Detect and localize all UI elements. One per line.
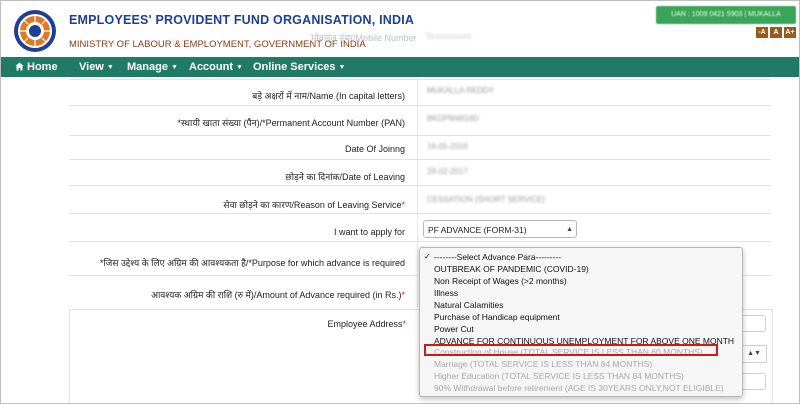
field-label: सेवा छोड़ने का कारण/Reason of Leaving Se… [223, 198, 405, 211]
font-size-controls: -A A A+ [756, 27, 796, 38]
required-asterisk: * [401, 290, 405, 300]
address-label-text: Employee Address [327, 319, 403, 329]
field-label-text: सेवा छोड़ने का कारण/Reason of Leaving Se… [223, 200, 402, 210]
apply-for-select[interactable]: PF ADVANCE (FORM-31) ▲ [423, 220, 577, 238]
nav-account-label: Account [189, 61, 233, 73]
org-title: EMPLOYEES' PROVIDENT FUND ORGANISATION, … [69, 13, 415, 27]
dropdown-option[interactable]: Natural Calamities [434, 300, 503, 310]
nav-view[interactable]: View ▼ [79, 57, 114, 77]
font-normal-button[interactable]: A [770, 27, 782, 38]
field-label: I want to apply for [333, 227, 405, 237]
form-row-name: बड़े अक्षरों में नाम/Name (In capital le… [69, 79, 771, 106]
nav-online-services[interactable]: Online Services ▼ [253, 57, 345, 77]
highlight-annotation-box [424, 344, 718, 356]
field-label: बड़े अक्षरों में नाम/Name (In capital le… [252, 91, 405, 101]
purpose-dropdown-list[interactable]: ✓ --------Select Advance Para--------- O… [419, 247, 743, 397]
font-increase-button[interactable]: A+ [784, 27, 796, 38]
dropdown-option-disabled: Marriage (TOTAL SERVICE IS LESS THAN 84 … [434, 359, 653, 369]
nav-home[interactable]: Home [15, 57, 58, 77]
nav-manage[interactable]: Manage ▼ [127, 57, 178, 77]
field-label: *जिस उद्देश्य के लिए अग्रिम की आवश्यकता … [99, 258, 405, 268]
login-status-badge: UAN : 1009 0421 5903 | MUKALLA [656, 6, 796, 24]
field-value: MUKALLA REDDY [427, 86, 495, 95]
app-window: EMPLOYEES' PROVIDENT FUND ORGANISATION, … [0, 0, 800, 404]
field-value: 28-02-2017 [427, 167, 468, 176]
nav-account[interactable]: Account ▼ [189, 57, 243, 77]
caret-down-icon: ▼ [236, 64, 243, 71]
epfo-logo-icon [14, 10, 56, 52]
required-asterisk: * [401, 200, 405, 210]
field-value: CESSATION (SHORT SERVICE) [427, 195, 546, 204]
checkmark-icon: ✓ [424, 252, 431, 261]
field-value: BKDPM4816D [427, 114, 480, 123]
nav-home-label: Home [27, 61, 58, 73]
nav-online-services-label: Online Services [253, 61, 336, 73]
field-label: छोड़ने का दिनांक/Date of Leaving [285, 172, 405, 182]
caret-down-icon: ▼ [106, 64, 114, 71]
caret-down-icon: ▼ [170, 64, 178, 71]
dropdown-option-disabled: 90% Withdrawal before retirement (AGE IS… [434, 383, 724, 393]
font-decrease-button[interactable]: -A [756, 27, 768, 38]
address-line-input[interactable] [741, 315, 766, 332]
dropdown-option[interactable]: --------Select Advance Para--------- [434, 252, 561, 262]
form-row-dol: छोड़ने का दिनांक/Date of Leaving 28-02-2… [69, 159, 771, 186]
main-navbar: Home View ▼ Manage ▼ Account ▼ Online Servi… [1, 57, 799, 77]
required-asterisk: * [402, 319, 406, 329]
apply-for-selected-value: PF ADVANCE (FORM-31) [428, 225, 527, 235]
field-value: 16-05-2016 [427, 142, 468, 151]
caret-down-icon: ▼ [338, 64, 346, 71]
site-header: EMPLOYEES' PROVIDENT FUND ORGANISATION, … [1, 1, 799, 57]
form-row-doj: Date Of Joinng 16-05-2016 [69, 135, 771, 160]
select-arrows-icon: ▲ [566, 226, 573, 233]
form-row-pan: *स्थायी खाता संख्या (पैन)/*Permanent Acc… [69, 105, 771, 136]
dropdown-option[interactable]: OUTBREAK OF PANDEMIC (COVID-19) [434, 264, 589, 274]
form-row-apply-for: I want to apply for [69, 213, 771, 242]
dropdown-option-disabled: Higher Education (TOTAL SERVICE IS LESS … [434, 371, 684, 381]
field-label: Date Of Joinng [344, 144, 405, 154]
dropdown-option[interactable]: Non Receipt of Wages (>2 months) [434, 276, 567, 286]
dropdown-option[interactable]: Illness [434, 288, 458, 298]
field-label: *स्थायी खाता संख्या (पैन)/*Permanent Acc… [177, 118, 405, 128]
address-state-select[interactable]: ▲▼ [742, 345, 767, 363]
field-label: आवश्यक अग्रिम की राशि (रु में)/Amount of… [151, 288, 405, 301]
nav-view-label: View [79, 61, 104, 73]
home-icon [15, 62, 24, 71]
address-label: Employee Address* [327, 319, 406, 329]
address-pin-input[interactable] [741, 373, 766, 390]
ghost-mobile-label: मोबाइल नंबर/Mobile Number [311, 33, 417, 43]
ghost-mobile-value: 9xxxxxxxxx [426, 31, 472, 41]
nav-manage-label: Manage [127, 61, 168, 73]
field-label-text: आवश्यक अग्रिम की राशि (रु में)/Amount of… [151, 290, 402, 300]
dropdown-option[interactable]: Power Cut [434, 324, 474, 334]
form-row-reason: सेवा छोड़ने का कारण/Reason of Leaving Se… [69, 185, 771, 214]
dropdown-option[interactable]: Purchase of Handicap equipment [434, 312, 560, 322]
